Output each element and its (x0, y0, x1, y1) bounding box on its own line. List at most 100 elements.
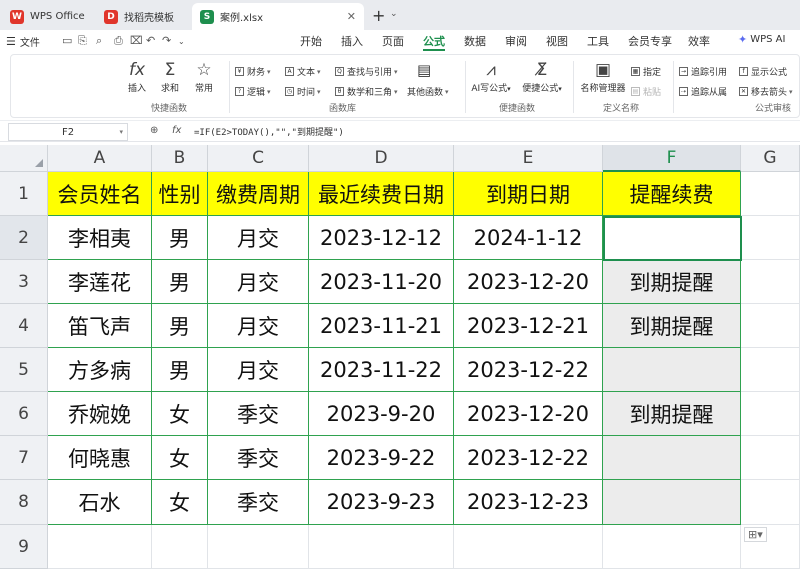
cell-f5[interactable] (603, 348, 741, 392)
row-header-5[interactable]: 5 (0, 348, 48, 392)
zoom-icon[interactable]: ⊕ (150, 125, 158, 136)
insert-function-button[interactable]: fx 插入 (123, 59, 151, 94)
cell-c9[interactable] (208, 525, 309, 569)
ai-formula-button[interactable]: ⩘ AI写公式▾ (471, 59, 511, 94)
cell-d1[interactable]: 最近续费日期 (309, 172, 454, 216)
row-header-8[interactable]: 8 (0, 480, 48, 525)
file-menu-button[interactable]: ☰ 文件 (6, 34, 40, 49)
cell-b2[interactable]: 男 (152, 216, 208, 260)
cell-e3[interactable]: 2023-12-20 (454, 260, 603, 304)
column-header-b[interactable]: B (152, 145, 208, 172)
cell-f3[interactable]: 到期提醒 (603, 260, 741, 304)
cell-a4[interactable]: 笛飞声 (48, 304, 152, 348)
quick-formula-button[interactable]: Σ̸ 便捷公式▾ (517, 59, 567, 94)
tab-efficiency[interactable]: 效率 (688, 33, 710, 49)
row-header-7[interactable]: 7 (0, 436, 48, 480)
add-tab-icon[interactable]: + (372, 6, 385, 25)
paste-names-button[interactable]: ▤ 粘贴 (631, 85, 661, 98)
cell-a2[interactable]: 李相夷 (48, 216, 152, 260)
tab-tools[interactable]: 工具 (587, 33, 609, 49)
chevron-down-icon[interactable]: ⌄ (178, 37, 185, 46)
tab-workbook[interactable]: S 案例.xlsx ✕ (192, 3, 364, 30)
math-functions-button[interactable]: θ 数学和三角 ▾ (335, 85, 398, 98)
column-header-a[interactable]: A (48, 145, 152, 172)
cell-e8[interactable]: 2023-12-23 (454, 480, 603, 525)
cell-c8[interactable]: 季交 (208, 480, 309, 525)
cell-g4[interactable] (741, 304, 800, 348)
trace-dependents-button[interactable]: ⇢ 追踪从属 (679, 85, 727, 98)
cell-e2[interactable]: 2024-1-12 (454, 216, 603, 260)
column-header-d[interactable]: D (309, 145, 454, 172)
name-manager-button[interactable]: ▣ 名称管理器 (577, 59, 629, 94)
formula-input[interactable]: =IF(E2>TODAY(),"","到期提醒") (194, 125, 344, 138)
cell-f4[interactable]: 到期提醒 (603, 304, 741, 348)
cell-d9[interactable] (309, 525, 454, 569)
cell-f1[interactable]: 提醒续费 (603, 172, 741, 216)
cell-g3[interactable] (741, 260, 800, 304)
text-functions-button[interactable]: A 文本 ▾ (285, 65, 321, 78)
cell-b1[interactable]: 性别 (152, 172, 208, 216)
cell-e6[interactable]: 2023-12-20 (454, 392, 603, 436)
define-name-button[interactable]: ▦ 指定 (631, 65, 661, 78)
cell-f2[interactable] (603, 216, 741, 260)
cell-b9[interactable] (152, 525, 208, 569)
row-header-4[interactable]: 4 (0, 304, 48, 348)
cell-c1[interactable]: 缴费周期 (208, 172, 309, 216)
cell-d3[interactable]: 2023-11-20 (309, 260, 454, 304)
name-box[interactable]: F2 ▾ (8, 123, 128, 141)
lookup-functions-button[interactable]: Q 查找与引用 ▾ (335, 65, 398, 78)
cell-c7[interactable]: 季交 (208, 436, 309, 480)
row-header-3[interactable]: 3 (0, 260, 48, 304)
select-all-corner[interactable] (0, 145, 48, 172)
cell-a1[interactable]: 会员姓名 (48, 172, 152, 216)
cell-f8[interactable] (603, 480, 741, 525)
cell-g5[interactable] (741, 348, 800, 392)
redo-icon[interactable]: ↷ (162, 34, 171, 47)
cell-g7[interactable] (741, 436, 800, 480)
cell-c2[interactable]: 月交 (208, 216, 309, 260)
format-painter-icon[interactable]: ⌧ (130, 34, 143, 47)
row-header-9[interactable]: 9 (0, 525, 48, 569)
cell-a8[interactable]: 石水 (48, 480, 152, 525)
other-functions-label-button[interactable]: 其他函数 ▾ (407, 85, 449, 99)
cell-d5[interactable]: 2023-11-22 (309, 348, 454, 392)
cell-g6[interactable] (741, 392, 800, 436)
finance-functions-button[interactable]: ¥ 财务 ▾ (235, 65, 271, 78)
cell-b6[interactable]: 女 (152, 392, 208, 436)
column-header-g[interactable]: G (741, 145, 800, 172)
print-preview-icon[interactable]: ⌕ (96, 34, 102, 48)
tab-home[interactable]: 开始 (300, 33, 322, 49)
tab-view[interactable]: 视图 (546, 33, 568, 49)
cell-g2[interactable] (741, 216, 800, 260)
save-icon[interactable]: ▭ (62, 34, 72, 47)
cell-e9[interactable] (454, 525, 603, 569)
tab-member[interactable]: 会员专享 (628, 33, 672, 49)
cell-a7[interactable]: 何晓惠 (48, 436, 152, 480)
row-header-2[interactable]: 2 (0, 216, 48, 260)
tab-formulas[interactable]: 公式 (423, 33, 445, 49)
logic-functions-button[interactable]: ? 逻辑 ▾ (235, 85, 271, 98)
cell-a6[interactable]: 乔婉娩 (48, 392, 152, 436)
cell-e1[interactable]: 到期日期 (454, 172, 603, 216)
tab-page[interactable]: 页面 (382, 33, 404, 49)
column-header-e[interactable]: E (454, 145, 603, 172)
cell-f9[interactable] (603, 525, 741, 569)
cell-c3[interactable]: 月交 (208, 260, 309, 304)
cell-f7[interactable] (603, 436, 741, 480)
cell-d2[interactable]: 2023-12-12 (309, 216, 454, 260)
tab-wps-office[interactable]: W WPS Office (2, 3, 90, 30)
cell-e5[interactable]: 2023-12-22 (454, 348, 603, 392)
cell-a5[interactable]: 方多病 (48, 348, 152, 392)
cell-e4[interactable]: 2023-12-21 (454, 304, 603, 348)
cell-b7[interactable]: 女 (152, 436, 208, 480)
other-functions-button[interactable]: ▤ (417, 61, 431, 79)
row-header-1[interactable]: 1 (0, 172, 48, 216)
time-functions-button[interactable]: ◷ 时间 ▾ (285, 85, 321, 98)
cell-c6[interactable]: 季交 (208, 392, 309, 436)
column-header-f[interactable]: F (603, 145, 741, 172)
cell-d8[interactable]: 2023-9-23 (309, 480, 454, 525)
print-icon[interactable]: ⎙ (114, 34, 123, 48)
cell-b8[interactable]: 女 (152, 480, 208, 525)
cell-c5[interactable]: 月交 (208, 348, 309, 392)
remove-arrows-button[interactable]: ✕ 移去箭头 ▾ (739, 85, 793, 98)
